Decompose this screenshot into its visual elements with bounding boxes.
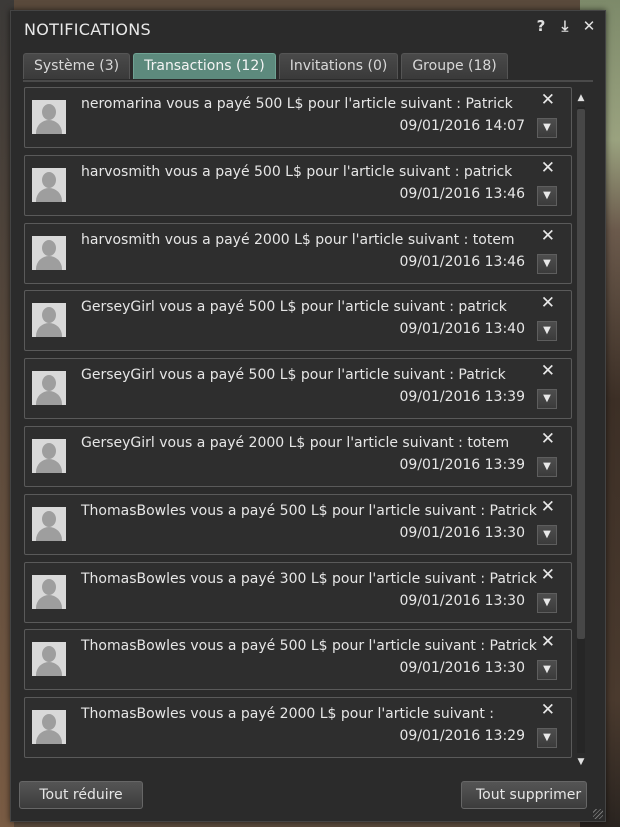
notification-message: ThomasBowles vous a payé 2000 L$ pour l'… (81, 706, 494, 722)
expand-chevron-icon[interactable]: ▼ (537, 660, 557, 680)
notification-item: harvosmith vous a payé 2000 L$ pour l'ar… (24, 223, 572, 284)
notification-item: ThomasBowles vous a payé 300 L$ pour l'a… (24, 562, 572, 623)
scroll-up-arrow-icon[interactable]: ▲ (574, 91, 588, 105)
avatar-icon (32, 236, 66, 270)
notification-list: neromarina vous a payé 500 L$ pour l'art… (24, 87, 572, 767)
tab-transactions[interactable]: Transactions (12) (133, 53, 276, 79)
tab-group[interactable]: Groupe (18) (401, 53, 508, 79)
avatar-icon (32, 439, 66, 473)
notification-timestamp: 09/01/2016 13:30 (399, 660, 526, 676)
notification-message: ThomasBowles vous a payé 300 L$ pour l'a… (81, 571, 537, 587)
avatar-icon (32, 168, 66, 202)
notification-timestamp: 09/01/2016 13:40 (399, 321, 526, 337)
notifications-window: NOTIFICATIONS ? ⤓ ✕ Système (3) Transact… (10, 10, 606, 822)
window-title: NOTIFICATIONS (24, 20, 151, 39)
titlebar-controls: ? ⤓ ✕ (533, 17, 597, 35)
notification-item: neromarina vous a payé 500 L$ pour l'art… (24, 87, 572, 148)
avatar-icon (32, 371, 66, 405)
notification-message: ThomasBowles vous a payé 500 L$ pour l'a… (81, 638, 537, 654)
notification-message: GerseyGirl vous a payé 500 L$ pour l'art… (81, 367, 506, 383)
expand-chevron-icon[interactable]: ▼ (537, 728, 557, 748)
help-icon[interactable]: ? (533, 17, 549, 35)
delete-all-button[interactable]: Tout supprimer (461, 781, 587, 809)
resize-handle-icon[interactable] (593, 809, 603, 819)
avatar-icon (32, 100, 66, 134)
notification-message: ThomasBowles vous a payé 500 L$ pour l'a… (81, 503, 537, 519)
notification-timestamp: 09/01/2016 13:46 (399, 254, 526, 270)
dismiss-icon[interactable]: ✕ (541, 565, 555, 585)
tab-bar: Système (3) Transactions (12) Invitation… (23, 53, 508, 79)
close-icon[interactable]: ✕ (581, 17, 597, 35)
expand-chevron-icon[interactable]: ▼ (537, 186, 557, 206)
avatar-icon (32, 710, 66, 744)
notification-item: ThomasBowles vous a payé 500 L$ pour l'a… (24, 494, 572, 555)
scrollbar[interactable]: ▲ ▼ (574, 91, 588, 769)
notification-message: harvosmith vous a payé 500 L$ pour l'art… (81, 164, 513, 180)
notification-timestamp: 09/01/2016 14:07 (399, 118, 526, 134)
dismiss-icon[interactable]: ✕ (541, 429, 555, 449)
notification-item: GerseyGirl vous a payé 500 L$ pour l'art… (24, 290, 572, 351)
dismiss-icon[interactable]: ✕ (541, 90, 555, 110)
notification-message: GerseyGirl vous a payé 500 L$ pour l'art… (81, 299, 507, 315)
minimize-icon[interactable]: ⤓ (557, 17, 573, 35)
dismiss-icon[interactable]: ✕ (541, 293, 555, 313)
notification-timestamp: 09/01/2016 13:29 (399, 728, 526, 744)
notification-timestamp: 09/01/2016 13:30 (399, 525, 526, 541)
tab-invitations[interactable]: Invitations (0) (278, 53, 399, 79)
expand-chevron-icon[interactable]: ▼ (537, 525, 557, 545)
scrollbar-thumb[interactable] (577, 109, 585, 639)
tab-system[interactable]: Système (3) (23, 53, 131, 79)
notification-message: neromarina vous a payé 500 L$ pour l'art… (81, 96, 513, 112)
dismiss-icon[interactable]: ✕ (541, 632, 555, 652)
titlebar: NOTIFICATIONS ? ⤓ ✕ (11, 11, 605, 47)
notification-item: GerseyGirl vous a payé 2000 L$ pour l'ar… (24, 426, 572, 487)
notification-timestamp: 09/01/2016 13:39 (399, 389, 526, 405)
tab-divider (23, 80, 593, 82)
expand-chevron-icon[interactable]: ▼ (537, 457, 557, 477)
notification-message: harvosmith vous a payé 2000 L$ pour l'ar… (81, 232, 515, 248)
expand-chevron-icon[interactable]: ▼ (537, 118, 557, 138)
notification-item: GerseyGirl vous a payé 500 L$ pour l'art… (24, 358, 572, 419)
notification-item: ThomasBowles vous a payé 500 L$ pour l'a… (24, 629, 572, 690)
avatar-icon (32, 642, 66, 676)
dismiss-icon[interactable]: ✕ (541, 226, 555, 246)
notification-item: ThomasBowles vous a payé 2000 L$ pour l'… (24, 697, 572, 758)
notification-timestamp: 09/01/2016 13:30 (399, 593, 526, 609)
expand-chevron-icon[interactable]: ▼ (537, 321, 557, 341)
avatar-icon (32, 303, 66, 337)
dismiss-icon[interactable]: ✕ (541, 700, 555, 720)
expand-chevron-icon[interactable]: ▼ (537, 389, 557, 409)
avatar-icon (32, 507, 66, 541)
dismiss-icon[interactable]: ✕ (541, 158, 555, 178)
notification-timestamp: 09/01/2016 13:46 (399, 186, 526, 202)
notification-item: harvosmith vous a payé 500 L$ pour l'art… (24, 155, 572, 216)
notification-message: GerseyGirl vous a payé 2000 L$ pour l'ar… (81, 435, 510, 451)
avatar-icon (32, 575, 66, 609)
notification-timestamp: 09/01/2016 13:39 (399, 457, 526, 473)
collapse-all-button[interactable]: Tout réduire (19, 781, 143, 809)
scroll-down-arrow-icon[interactable]: ▼ (574, 755, 588, 769)
dismiss-icon[interactable]: ✕ (541, 497, 555, 517)
dismiss-icon[interactable]: ✕ (541, 361, 555, 381)
expand-chevron-icon[interactable]: ▼ (537, 254, 557, 274)
expand-chevron-icon[interactable]: ▼ (537, 593, 557, 613)
